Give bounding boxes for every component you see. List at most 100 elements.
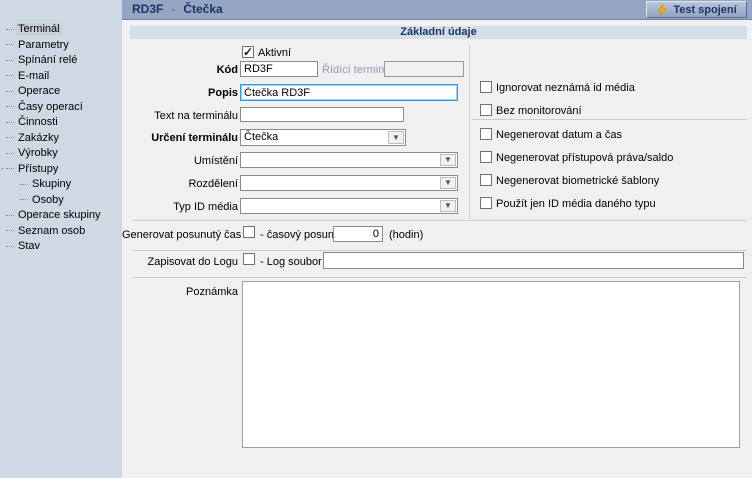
sidebar-item-label: Spínání relé [16, 54, 79, 66]
lightning-icon [656, 4, 668, 16]
sidebar-item-skupiny[interactable]: Skupiny [0, 177, 122, 193]
main-panel: RD3F-Čtečka Test spojení Základní údaje … [122, 0, 752, 478]
sidebar-item-cinnosti[interactable]: Činnosti [0, 115, 122, 131]
chevron-down-icon[interactable]: ▼ [388, 131, 404, 144]
terminal-code: RD3F [132, 2, 163, 16]
tree-connector [20, 199, 28, 200]
rozdeleni-label: Rozdělení [122, 178, 238, 190]
tree-connector [6, 215, 14, 216]
chevron-down-icon[interactable]: ▼ [440, 200, 456, 212]
sidebar-item-casy-operaci[interactable]: Časy operací [0, 100, 122, 116]
sidebar-item-label: Časy operací [16, 101, 85, 113]
pouzit-jen-id-media-checkbox[interactable] [480, 197, 492, 209]
page-title: Čtečka [183, 2, 222, 16]
negenerovat-datum-a-cas-label: Negenerovat datum a čas [496, 129, 622, 141]
hodin-unit-label: (hodin) [389, 229, 423, 241]
ridici-terminal-input [384, 61, 464, 77]
section-header: Základní údaje [130, 26, 747, 39]
application-window: Terminál Parametry Spínání relé E-mail O… [0, 0, 752, 485]
sidebar-item-label: Přístupy [16, 163, 60, 175]
sidebar-item-operace-skupiny[interactable]: Operace skupiny [0, 208, 122, 224]
tree-connector [6, 137, 14, 138]
urceni-terminalu-select[interactable]: Čtečka ▼ [240, 129, 406, 146]
sidebar-item-label: Skupiny [30, 178, 73, 190]
generovat-posunuty-cas-label: Generovat posunutý čas [122, 229, 238, 241]
sidebar-item-label: Osoby [30, 194, 66, 206]
bez-monitorovani-label: Bez monitorování [496, 105, 582, 117]
text-na-terminalu-input[interactable] [240, 107, 404, 122]
urceni-terminalu-label: Určení terminálu [122, 132, 238, 144]
pouzit-jen-id-media-label: Použít jen ID média daného typu [496, 198, 656, 210]
tree-connector [6, 246, 14, 247]
tree-connector [6, 168, 14, 169]
sidebar-item-terminal[interactable]: Terminál [0, 22, 122, 38]
zapisovat-do-logu-label: Zapisovat do Logu [122, 256, 238, 268]
zapisovat-do-logu-checkbox[interactable] [243, 253, 255, 265]
kod-label: Kód [122, 64, 238, 76]
ignorovat-neznama-id-media-label: Ignorovat neznámá id média [496, 82, 635, 94]
divider [132, 220, 747, 221]
sidebar-item-label: Zakázky [16, 132, 61, 144]
sidebar-item-label: Seznam osob [16, 225, 87, 237]
sidebar-item-operace[interactable]: Operace [0, 84, 122, 100]
sidebar-item-stav[interactable]: Stav [0, 239, 122, 255]
divider [469, 45, 470, 219]
sidebar-item-label: Operace [16, 85, 62, 97]
tree-connector [6, 60, 14, 61]
tree-connector [6, 230, 14, 231]
umisteni-label: Umístění [122, 155, 238, 167]
poznamka-textarea[interactable] [242, 281, 740, 448]
tree-connector [6, 29, 14, 30]
log-soubor-input[interactable] [323, 252, 744, 269]
negenerovat-pristupova-prava-label: Negenerovat přístupová práva/saldo [496, 152, 673, 164]
ignorovat-neznama-id-media-checkbox[interactable] [480, 81, 492, 93]
sidebar-item-label: Stav [16, 240, 42, 252]
sidebar-item-seznam-osob[interactable]: Seznam osob [0, 224, 122, 240]
tree-connector [6, 106, 14, 107]
casovy-posun-label: - časový posun [260, 229, 334, 241]
sidebar-item-label: Výrobky [16, 147, 60, 159]
titlebar: RD3F-Čtečka Test spojení [122, 0, 752, 20]
negenerovat-pristupova-prava-checkbox[interactable] [480, 151, 492, 163]
aktivni-label: Aktivní [258, 47, 291, 59]
negenerovat-biometricke-sablony-label: Negenerovat biometrické šablony [496, 175, 659, 187]
sidebar-item-label: E-mail [16, 70, 51, 82]
log-soubor-label: - Log soubor [260, 256, 322, 268]
negenerovat-datum-a-cas-checkbox[interactable] [480, 128, 492, 140]
test-connection-button[interactable]: Test spojení [646, 1, 747, 18]
negenerovat-biometricke-sablony-checkbox[interactable] [480, 174, 492, 186]
chevron-down-icon[interactable]: ▼ [440, 177, 456, 189]
popis-label: Popis [122, 87, 238, 99]
divider [132, 250, 747, 251]
aktivni-checkbox[interactable] [242, 46, 254, 58]
sidebar-tree: Terminál Parametry Spínání relé E-mail O… [0, 0, 122, 478]
casovy-posun-input[interactable] [333, 226, 383, 242]
sidebar-item-label: Činnosti [16, 116, 60, 128]
urceni-terminalu-value: Čtečka [244, 131, 278, 143]
sidebar-item-label: Operace skupiny [16, 209, 103, 221]
typ-id-media-select[interactable]: ▼ [240, 198, 458, 214]
poznamka-label: Poznámka [122, 286, 238, 298]
generovat-posunuty-cas-checkbox[interactable] [243, 226, 255, 238]
sidebar-item-vyrobky[interactable]: Výrobky [0, 146, 122, 162]
chevron-down-icon[interactable]: ▼ [440, 154, 456, 166]
kod-input[interactable] [240, 61, 318, 77]
rozdeleni-select[interactable]: ▼ [240, 175, 458, 191]
tree-connector [6, 153, 14, 154]
divider [472, 119, 747, 120]
popis-input[interactable] [240, 84, 458, 101]
text-na-terminalu-label: Text na terminálu [122, 110, 238, 122]
sidebar-item-email[interactable]: E-mail [0, 69, 122, 85]
sidebar-item-label: Parametry [16, 39, 71, 51]
sidebar-item-parametry[interactable]: Parametry [0, 38, 122, 54]
tree-connector [6, 75, 14, 76]
tree-connector [6, 122, 14, 123]
bez-monitorovani-checkbox[interactable] [480, 104, 492, 116]
sidebar-item-spinani-rele[interactable]: Spínání relé [0, 53, 122, 69]
umisteni-select[interactable]: ▼ [240, 152, 458, 168]
sidebar-item-pristupy[interactable]: ´Přístupy [0, 162, 122, 178]
sidebar-item-zakazky[interactable]: Zakázky [0, 131, 122, 147]
title-separator: - [163, 2, 183, 16]
sidebar-item-osoby[interactable]: Osoby [0, 193, 122, 209]
typ-id-media-label: Typ ID média [122, 201, 238, 213]
